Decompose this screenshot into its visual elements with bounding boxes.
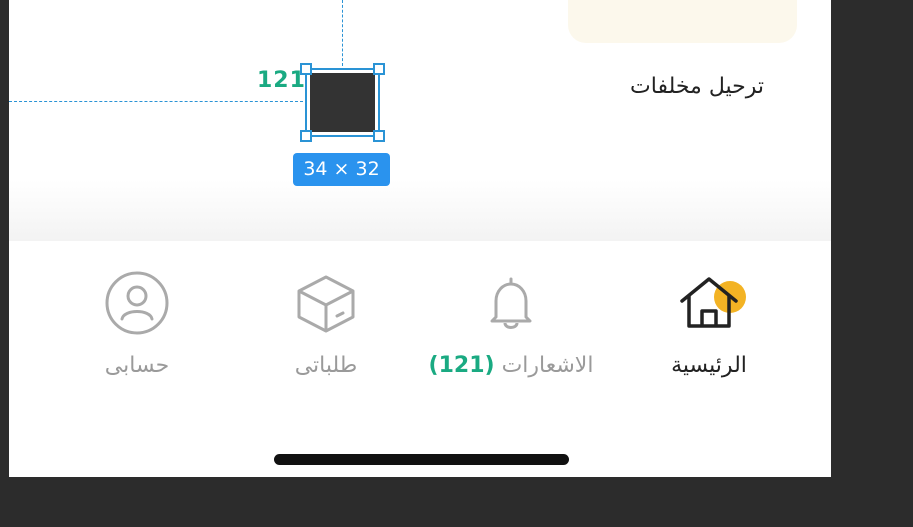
resize-handle-top-left[interactable] bbox=[300, 63, 312, 75]
bottom-tab-bar: الرئيسية الاشعارات (121) طلباتى حسابى bbox=[9, 241, 831, 477]
notifications-label-text: الاشعارات bbox=[501, 353, 594, 378]
resize-handle-bottom-right[interactable] bbox=[373, 130, 385, 142]
home-icon bbox=[674, 271, 746, 335]
selected-element[interactable] bbox=[300, 63, 385, 142]
spacing-measurement: 121 bbox=[257, 68, 306, 93]
user-circle-icon bbox=[102, 271, 172, 335]
vertical-guide-line bbox=[342, 0, 343, 66]
bell-icon bbox=[476, 271, 546, 335]
box-icon bbox=[291, 271, 361, 335]
tab-notifications[interactable]: الاشعارات (121) bbox=[421, 271, 601, 391]
content-area: ترحيل مخلفات 121 34 × 32 bbox=[9, 0, 831, 241]
service-label[interactable]: ترحيل مخلفات bbox=[630, 74, 764, 99]
tab-home[interactable]: الرئيسية bbox=[619, 271, 799, 391]
notifications-count: (121) bbox=[428, 353, 495, 378]
tab-account[interactable]: حسابى bbox=[47, 271, 227, 391]
tab-home-label: الرئيسية bbox=[671, 353, 747, 378]
tab-notifications-label: الاشعارات (121) bbox=[421, 353, 601, 378]
home-indicator-bar[interactable] bbox=[274, 454, 569, 465]
app-artboard: ترحيل مخلفات 121 34 × 32 الرئيسية الاشعا… bbox=[9, 0, 831, 477]
tab-account-label: حسابى bbox=[104, 353, 170, 378]
size-badge: 34 × 32 bbox=[293, 153, 390, 186]
horizontal-guide-line bbox=[9, 101, 303, 102]
tab-orders-label: طلباتى bbox=[294, 353, 358, 378]
resize-handle-bottom-left[interactable] bbox=[300, 130, 312, 142]
resize-handle-top-right[interactable] bbox=[373, 63, 385, 75]
tab-orders[interactable]: طلباتى bbox=[236, 271, 416, 391]
selected-element-fill bbox=[310, 73, 375, 132]
service-card[interactable] bbox=[568, 0, 797, 43]
